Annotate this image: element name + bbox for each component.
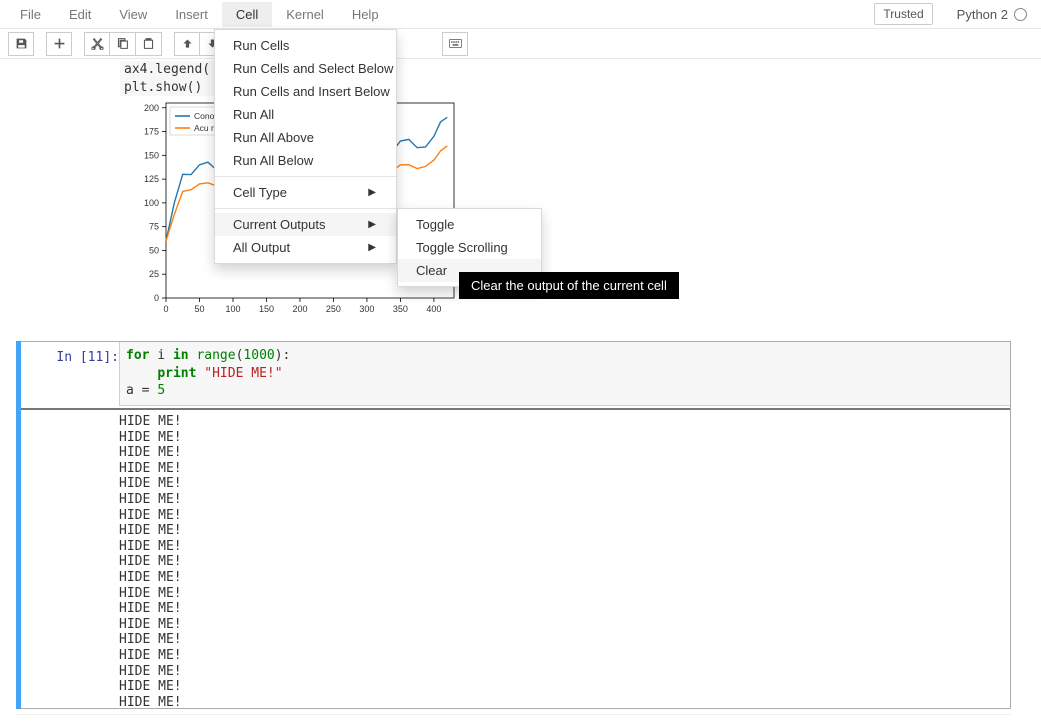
- output-scroll-area[interactable]: HIDE ME! HIDE ME! HIDE ME! HIDE ME! HIDE…: [119, 410, 1010, 708]
- svg-text:200: 200: [292, 304, 307, 314]
- menu-all-output-label: All Output: [233, 240, 290, 255]
- menu-run-all[interactable]: Run All: [215, 103, 396, 126]
- svg-text:350: 350: [393, 304, 408, 314]
- cut-icon: [91, 37, 104, 50]
- toolbar: [0, 29, 1041, 59]
- paste-icon: [142, 37, 155, 50]
- svg-text:25: 25: [149, 269, 159, 279]
- menu-divider: [215, 176, 396, 177]
- svg-text:50: 50: [149, 245, 159, 255]
- code-line: ax4.legend(: [124, 62, 210, 77]
- submenu-arrow-icon: ▶: [368, 187, 376, 198]
- paste-button[interactable]: [136, 32, 162, 56]
- menu-run-select-below[interactable]: Run Cells and Select Below: [215, 57, 396, 80]
- arrow-up-icon: [181, 37, 194, 50]
- submenu-arrow-icon: ▶: [368, 219, 376, 230]
- submenu-toggle-scrolling[interactable]: Toggle Scrolling: [398, 236, 541, 259]
- svg-text:75: 75: [149, 222, 159, 232]
- prev-cell-code: ax4.legend( plt.show(): [120, 61, 214, 96]
- menu-run-all-below[interactable]: Run All Below: [215, 149, 396, 172]
- add-cell-button[interactable]: [46, 32, 72, 56]
- menu-run-insert-below[interactable]: Run Cells and Insert Below: [215, 80, 396, 103]
- svg-text:100: 100: [225, 304, 240, 314]
- submenu-toggle[interactable]: Toggle: [398, 213, 541, 236]
- menu-help[interactable]: Help: [338, 2, 393, 27]
- input-prompt: In [11]:: [29, 350, 119, 365]
- save-button[interactable]: [8, 32, 34, 56]
- menu-cell-type-label: Cell Type: [233, 185, 287, 200]
- menu-kernel[interactable]: Kernel: [272, 2, 338, 27]
- menu-file[interactable]: File: [6, 2, 55, 27]
- copy-button[interactable]: [110, 32, 136, 56]
- code-line: plt.show(): [124, 80, 202, 95]
- plus-icon: [53, 37, 66, 50]
- cell-dropdown-menu: Run Cells Run Cells and Select Below Run…: [214, 29, 397, 264]
- menu-all-output[interactable]: All Output ▶: [215, 236, 396, 259]
- menu-edit[interactable]: Edit: [55, 2, 105, 27]
- menu-cell[interactable]: Cell: [222, 2, 272, 27]
- save-icon: [15, 37, 28, 50]
- kernel-status-icon: [1014, 8, 1027, 21]
- copy-icon: [116, 37, 129, 50]
- output-wrap: HIDE ME! HIDE ME! HIDE ME! HIDE ME! HIDE…: [17, 408, 1010, 708]
- next-cell-preview: [16, 714, 1011, 722]
- svg-text:0: 0: [163, 304, 168, 314]
- keyboard-icon: [449, 37, 462, 50]
- svg-text:125: 125: [144, 174, 159, 184]
- svg-text:250: 250: [326, 304, 341, 314]
- kernel-name: Python 2: [957, 7, 1008, 22]
- menu-current-outputs-label: Current Outputs: [233, 217, 326, 232]
- cut-button[interactable]: [84, 32, 110, 56]
- code-input-area[interactable]: for i in range(1000): print "HIDE ME!" a…: [119, 342, 1010, 406]
- menu-insert[interactable]: Insert: [161, 2, 222, 27]
- svg-text:175: 175: [144, 127, 159, 137]
- menu-divider: [215, 208, 396, 209]
- code-cell-selected[interactable]: In [11]: for i in range(1000): print "HI…: [16, 341, 1011, 709]
- menu-cell-type[interactable]: Cell Type ▶: [215, 181, 396, 204]
- kernel-indicator[interactable]: Python 2: [957, 7, 1027, 22]
- menubar: File Edit View Insert Cell Kernel Help T…: [0, 0, 1041, 29]
- menu-run-cells[interactable]: Run Cells: [215, 34, 396, 57]
- move-up-button[interactable]: [174, 32, 200, 56]
- trusted-indicator[interactable]: Trusted: [874, 3, 932, 25]
- svg-text:150: 150: [259, 304, 274, 314]
- menu-current-outputs[interactable]: Current Outputs ▶: [215, 213, 396, 236]
- svg-text:300: 300: [359, 304, 374, 314]
- svg-text:100: 100: [144, 198, 159, 208]
- command-palette-button[interactable]: [442, 32, 468, 56]
- svg-text:0: 0: [154, 293, 159, 303]
- svg-text:200: 200: [144, 103, 159, 113]
- notebook-area: ax4.legend( plt.show() 0 25 50 75 100 125 150 1…: [0, 59, 1041, 722]
- svg-text:400: 400: [426, 304, 441, 314]
- menu-run-all-above[interactable]: Run All Above: [215, 126, 396, 149]
- tooltip: Clear the output of the current cell: [459, 272, 679, 299]
- menu-view[interactable]: View: [105, 2, 161, 27]
- svg-text:50: 50: [194, 304, 204, 314]
- svg-text:150: 150: [144, 150, 159, 160]
- submenu-arrow-icon: ▶: [368, 242, 376, 253]
